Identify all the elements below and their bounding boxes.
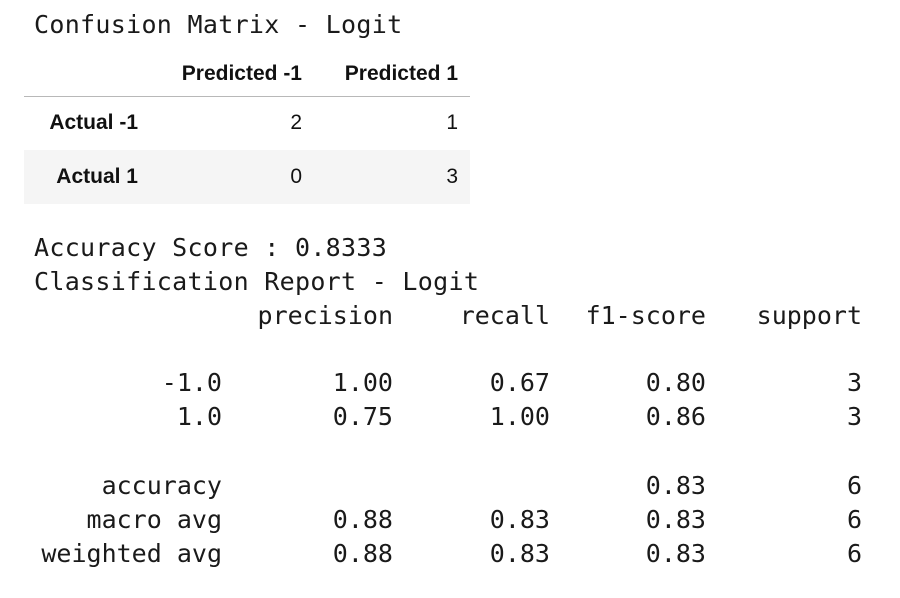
report-header: recall	[459, 301, 550, 330]
column-header: Predicted -1	[181, 61, 302, 85]
row-label: Actual 1	[56, 165, 138, 188]
report-cell: 0.83	[489, 505, 550, 534]
confusion-matrix-title: Confusion Matrix - Logit	[34, 10, 403, 39]
report-row-label: weighted avg	[41, 539, 222, 568]
report-cell: 6	[846, 471, 862, 500]
report-row-label: macro avg	[86, 505, 222, 534]
confusion-matrix-table: Predicted -1 Predicted 1 Actual -1 2 1 A…	[24, 52, 470, 204]
report-cell: 0.75	[332, 402, 393, 431]
report-cell: 1.00	[489, 402, 550, 431]
matrix-cell: 2	[290, 111, 302, 135]
corner-cell	[24, 52, 140, 96]
report-header: f1-score	[585, 301, 706, 330]
matrix-cell: 0	[290, 165, 302, 188]
report-cell: 0.83	[645, 539, 706, 568]
row-label: Actual -1	[49, 111, 138, 135]
report-cell: 3	[846, 368, 862, 397]
report-cell: 1.00	[332, 368, 393, 397]
report-cell: 0.83	[645, 505, 706, 534]
report-cell: 3	[846, 402, 862, 431]
report-cell: 0.83	[489, 539, 550, 568]
report-header: support	[756, 301, 862, 330]
report-cell: 0.86	[645, 402, 706, 431]
report-row-label: -1.0	[161, 368, 222, 397]
report-cell: 0.88	[332, 539, 393, 568]
report-row-label: 1.0	[176, 402, 222, 431]
report-cell: 6	[846, 539, 862, 568]
table-row: Actual 1 0 3	[24, 150, 470, 204]
table-row: Actual -1 2 1	[24, 96, 470, 150]
report-header: precision	[257, 301, 393, 330]
report-cell: 0.67	[489, 368, 550, 397]
matrix-cell: 1	[446, 111, 458, 135]
matrix-cell: 3	[446, 165, 458, 188]
confusion-matrix-header-row: Predicted -1 Predicted 1	[24, 52, 470, 96]
report-cell: 0.80	[645, 368, 706, 397]
column-header: Predicted 1	[344, 61, 458, 85]
report-cell: 0.83	[645, 471, 706, 500]
classification-report-title: Classification Report - Logit	[34, 267, 480, 296]
report-row-label: accuracy	[101, 471, 222, 500]
accuracy-score: Accuracy Score : 0.8333	[34, 233, 388, 262]
report-cell: 6	[846, 505, 862, 534]
report-cell: 0.88	[332, 505, 393, 534]
